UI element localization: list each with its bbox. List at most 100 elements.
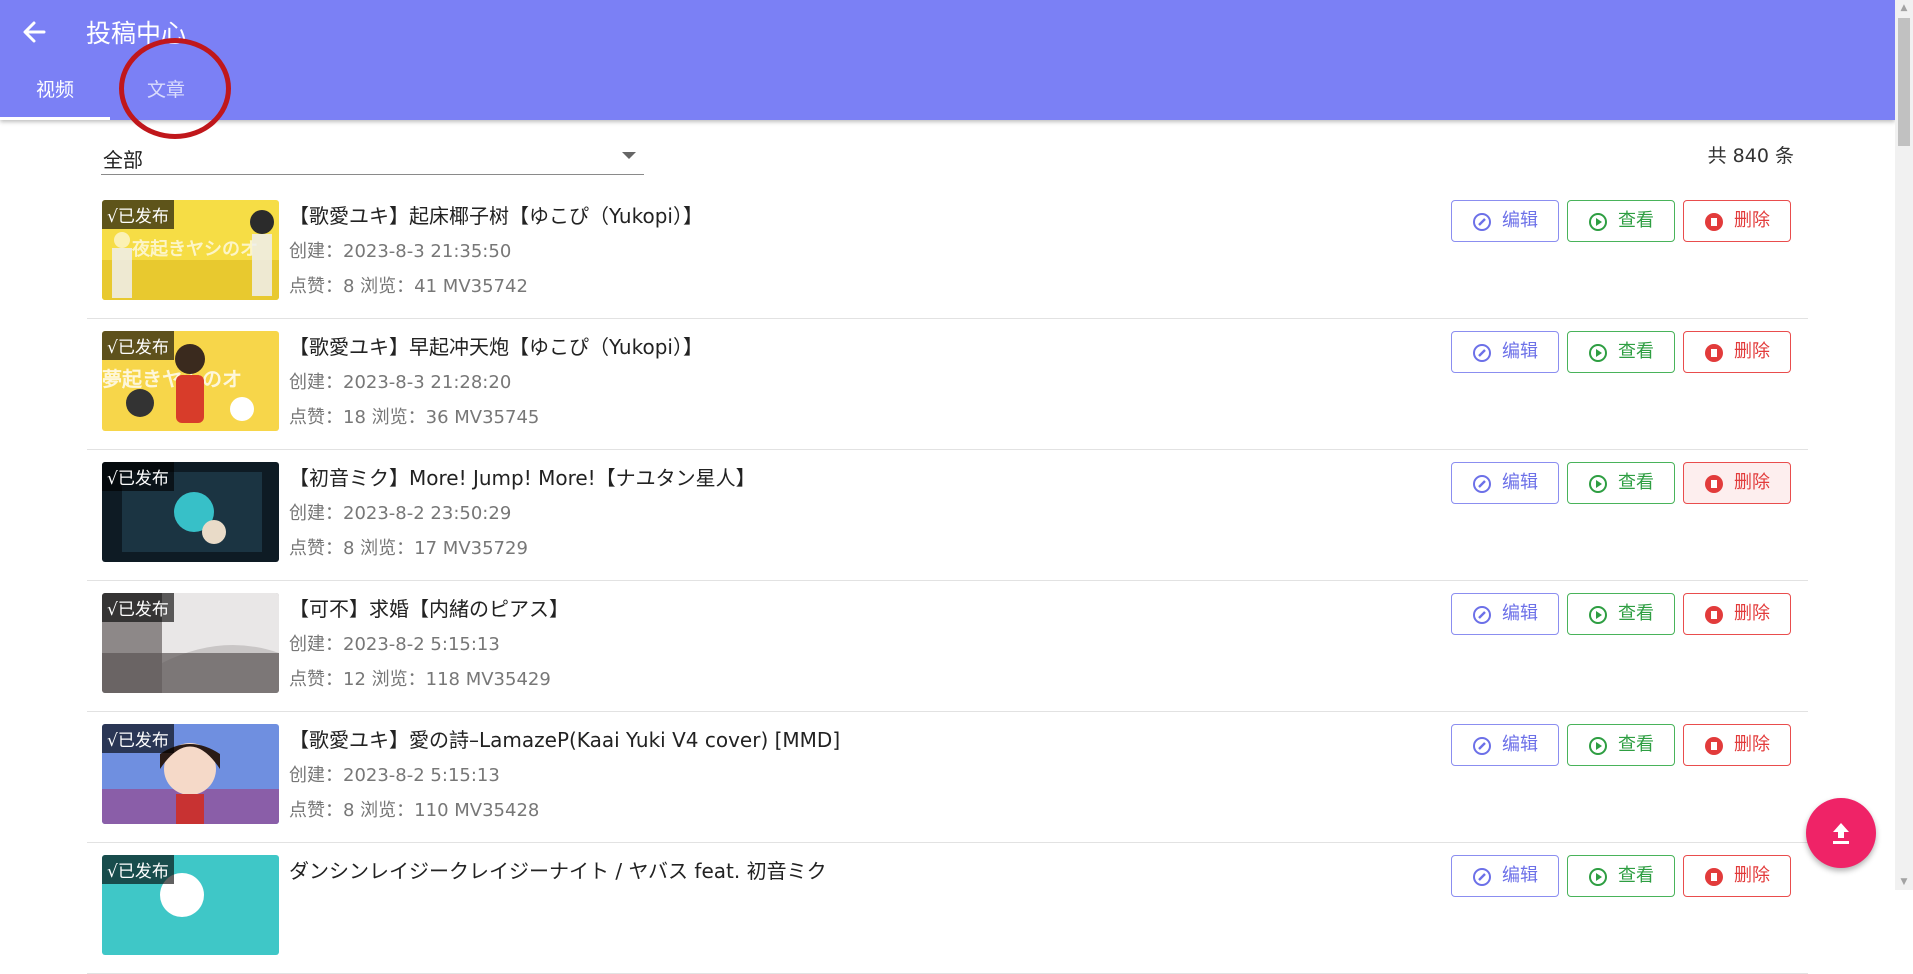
play-icon-triangle bbox=[1596, 349, 1602, 357]
video-thumbnail[interactable]: √已发布 bbox=[102, 855, 279, 955]
filter-selected-value: 全部 bbox=[103, 148, 143, 172]
thumbnail-figure-bird bbox=[230, 397, 254, 421]
edit-button[interactable]: 编辑 bbox=[1451, 724, 1559, 766]
status-badge: √已发布 bbox=[102, 462, 174, 491]
list-item: √已发布 【初音ミク】More! Jump! More!【ナユタン星人】 创建：… bbox=[87, 450, 1808, 581]
delete-button[interactable]: 删除 bbox=[1683, 331, 1791, 373]
play-circle-icon bbox=[1589, 737, 1607, 755]
list-item: √已发布 ダンシンレイジークレイジーナイト / ヤバス feat. 初音ミク 编… bbox=[87, 843, 1808, 974]
edit-icon-pencil bbox=[1478, 611, 1486, 619]
scroll-up-arrow-icon[interactable]: ▲ bbox=[1895, 0, 1913, 16]
edit-icon bbox=[1473, 344, 1491, 362]
tab-video[interactable]: 视频 bbox=[0, 64, 110, 120]
tab-video-label: 视频 bbox=[35, 79, 74, 101]
edit-icon bbox=[1473, 868, 1491, 886]
play-circle-icon bbox=[1589, 868, 1607, 886]
play-circle-icon bbox=[1589, 213, 1607, 231]
created-time: 创建：2023-8-2 5:15:13 bbox=[289, 765, 500, 786]
edit-icon-pencil bbox=[1478, 349, 1486, 357]
video-title[interactable]: 【歌愛ユキ】起床椰子树【ゆこぴ（Yukopi）】 bbox=[289, 200, 703, 229]
list-item: 夜起きヤシのオ √已发布 【歌愛ユキ】起床椰子树【ゆこぴ（Yukopi）】 创建… bbox=[87, 188, 1808, 319]
video-thumbnail[interactable]: 夜起きヤシのオ √已发布 bbox=[102, 200, 279, 300]
thumbnail-art-text: 夢起きヤシのオ bbox=[102, 367, 242, 391]
caret-down-icon bbox=[622, 152, 636, 159]
upload-icon-arrow bbox=[1833, 823, 1849, 838]
view-button[interactable]: 查看 bbox=[1567, 462, 1675, 504]
upload-fab-button[interactable] bbox=[1806, 798, 1876, 868]
delete-button[interactable]: 删除 bbox=[1683, 855, 1791, 897]
edit-button[interactable]: 编辑 bbox=[1451, 462, 1559, 504]
edit-button[interactable]: 编辑 bbox=[1451, 331, 1559, 373]
list-item: √已发布 【可不】求婚【内緒のピアス】 创建：2023-8-2 5:15:13 … bbox=[87, 581, 1808, 712]
thumbnail-figure-body bbox=[252, 234, 272, 296]
page-scrollbar[interactable]: ▲ ▼ bbox=[1895, 0, 1913, 890]
play-circle-icon bbox=[1589, 606, 1607, 624]
edit-icon-pencil bbox=[1478, 480, 1486, 488]
edit-button-label: 编辑 bbox=[1502, 341, 1538, 362]
edit-icon bbox=[1473, 213, 1491, 231]
video-stats: 点赞：18 浏览：36 MV35745 bbox=[289, 407, 540, 428]
back-button[interactable] bbox=[14, 12, 54, 52]
view-button[interactable]: 查看 bbox=[1567, 331, 1675, 373]
delete-icon-bin bbox=[1711, 349, 1717, 357]
view-button[interactable]: 查看 bbox=[1567, 593, 1675, 635]
tab-article[interactable]: 文章 bbox=[111, 64, 221, 120]
delete-icon bbox=[1705, 213, 1723, 231]
video-thumbnail[interactable]: 夢起きヤシのオ √已发布 bbox=[102, 331, 279, 431]
video-title[interactable]: 【歌愛ユキ】早起冲天炮【ゆこぴ（Yukopi）】 bbox=[289, 331, 703, 360]
delete-button[interactable]: 删除 bbox=[1683, 724, 1791, 766]
view-button-label: 查看 bbox=[1618, 734, 1654, 755]
thumbnail-figure-head bbox=[202, 520, 226, 544]
edit-button[interactable]: 编辑 bbox=[1451, 200, 1559, 242]
video-thumbnail[interactable]: √已发布 bbox=[102, 724, 279, 824]
delete-icon-bin bbox=[1711, 218, 1717, 226]
video-thumbnail[interactable]: √已发布 bbox=[102, 462, 279, 562]
video-stats: 点赞：8 浏览：110 MV35428 bbox=[289, 800, 540, 821]
delete-icon-bin bbox=[1711, 480, 1717, 488]
delete-button-label: 删除 bbox=[1734, 603, 1770, 624]
video-title[interactable]: 【歌愛ユキ】愛の詩–LamazeP(Kaai Yuki V4 cover) [M… bbox=[289, 724, 840, 753]
delete-icon bbox=[1705, 475, 1723, 493]
play-icon-triangle bbox=[1596, 218, 1602, 226]
video-stats: 点赞：8 浏览：41 MV35742 bbox=[289, 276, 528, 297]
edit-button[interactable]: 编辑 bbox=[1451, 593, 1559, 635]
edit-icon-pencil bbox=[1478, 218, 1486, 226]
video-title[interactable]: 【初音ミク】More! Jump! More!【ナユタン星人】 bbox=[289, 462, 756, 491]
delete-button-label: 删除 bbox=[1734, 472, 1770, 493]
video-thumbnail[interactable]: √已发布 bbox=[102, 593, 279, 693]
edit-icon bbox=[1473, 475, 1491, 493]
thumbnail-art-text: 夜起きヤシのオ bbox=[131, 238, 258, 260]
status-badge: √已发布 bbox=[102, 855, 174, 884]
edit-button-label: 编辑 bbox=[1502, 603, 1538, 624]
delete-icon bbox=[1705, 737, 1723, 755]
video-title[interactable]: ダンシンレイジークレイジーナイト / ヤバス feat. 初音ミク bbox=[289, 855, 827, 884]
video-title[interactable]: 【可不】求婚【内緒のピアス】 bbox=[289, 593, 569, 622]
delete-button[interactable]: 删除 bbox=[1683, 593, 1791, 635]
created-time: 创建：2023-8-2 5:15:13 bbox=[289, 634, 500, 655]
play-icon-triangle bbox=[1596, 611, 1602, 619]
delete-icon-bin bbox=[1711, 873, 1717, 881]
scroll-thumb[interactable] bbox=[1898, 18, 1910, 146]
tab-indicator bbox=[0, 117, 110, 120]
view-button-label: 查看 bbox=[1618, 210, 1654, 231]
play-icon-triangle bbox=[1596, 480, 1602, 488]
list-item: √已发布 【歌愛ユキ】愛の詩–LamazeP(Kaai Yuki V4 cove… bbox=[87, 712, 1808, 843]
delete-icon bbox=[1705, 868, 1723, 886]
total-count: 共 840 条 bbox=[1707, 145, 1794, 167]
view-button[interactable]: 查看 bbox=[1567, 855, 1675, 897]
play-circle-icon bbox=[1589, 344, 1607, 362]
edit-button-label: 编辑 bbox=[1502, 472, 1538, 493]
delete-button[interactable]: 删除 bbox=[1683, 462, 1791, 504]
edit-button[interactable]: 编辑 bbox=[1451, 855, 1559, 897]
play-circle-icon bbox=[1589, 475, 1607, 493]
category-filter-select[interactable]: 全部 bbox=[101, 138, 644, 175]
play-icon-triangle bbox=[1596, 873, 1602, 881]
delete-button[interactable]: 删除 bbox=[1683, 200, 1791, 242]
thumbnail-figure-body bbox=[176, 375, 204, 423]
view-button[interactable]: 查看 bbox=[1567, 724, 1675, 766]
edit-button-label: 编辑 bbox=[1502, 865, 1538, 886]
play-icon-triangle bbox=[1596, 742, 1602, 750]
view-button[interactable]: 查看 bbox=[1567, 200, 1675, 242]
view-button-label: 查看 bbox=[1618, 472, 1654, 493]
scroll-down-arrow-icon[interactable]: ▼ bbox=[1895, 874, 1913, 890]
